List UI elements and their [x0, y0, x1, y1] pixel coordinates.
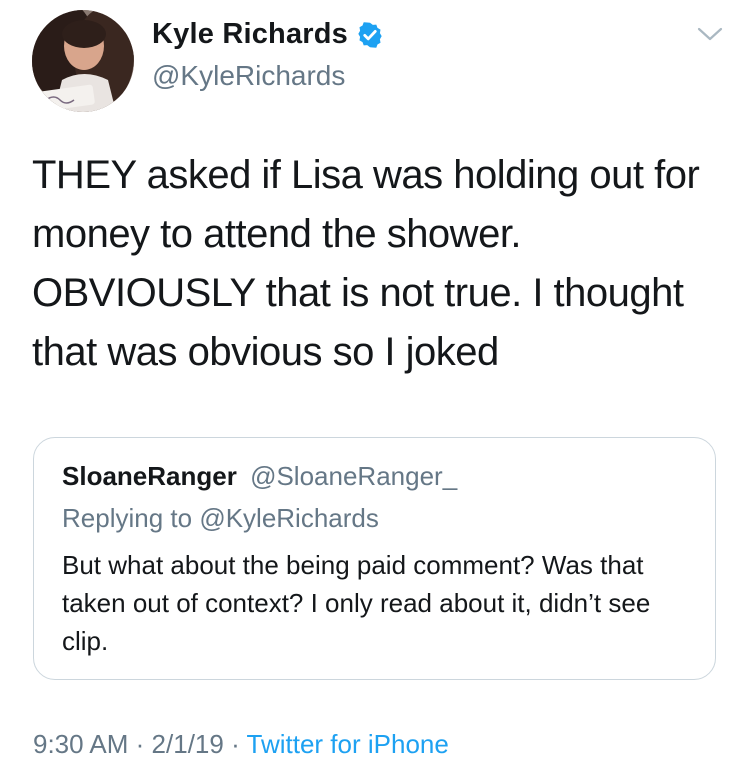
replying-to-label: Replying to [62, 503, 193, 533]
chevron-down-icon[interactable] [696, 24, 724, 44]
replying-to: Replying to @KyleRichards [62, 503, 379, 534]
author-display-name[interactable]: Kyle Richards [152, 18, 348, 51]
tweet-date[interactable]: 2/1/19 [152, 729, 224, 759]
footer-separator: · [135, 729, 145, 759]
tweet-source-link[interactable]: Twitter for iPhone [247, 729, 449, 759]
quoted-author-name: SloaneRanger [62, 461, 237, 491]
author-handle[interactable]: @KyleRichards [152, 60, 345, 92]
tweet-footer: 9:30 AM · 2/1/19 · Twitter for iPhone [33, 729, 449, 760]
avatar[interactable] [32, 10, 134, 112]
tweet-text: THEY asked if Lisa was holding out for m… [32, 153, 710, 374]
verified-badge-icon [358, 21, 382, 48]
quoted-author-row: SloaneRanger @SloaneRanger_ [62, 461, 457, 492]
author-name-row: Kyle Richards [152, 18, 384, 51]
replying-to-handle: @KyleRichards [199, 503, 379, 533]
quoted-tweet[interactable]: SloaneRanger @SloaneRanger_ Replying to … [33, 437, 716, 680]
tweet-time[interactable]: 9:30 AM [33, 729, 128, 759]
avatar-photo [32, 10, 134, 112]
footer-separator: · [231, 729, 240, 759]
quoted-author-handle: @SloaneRanger_ [250, 461, 458, 491]
tweet-header: Kyle Richards @KyleRichards [32, 10, 732, 112]
quoted-tweet-text: But what about the being paid comment? W… [62, 550, 651, 656]
